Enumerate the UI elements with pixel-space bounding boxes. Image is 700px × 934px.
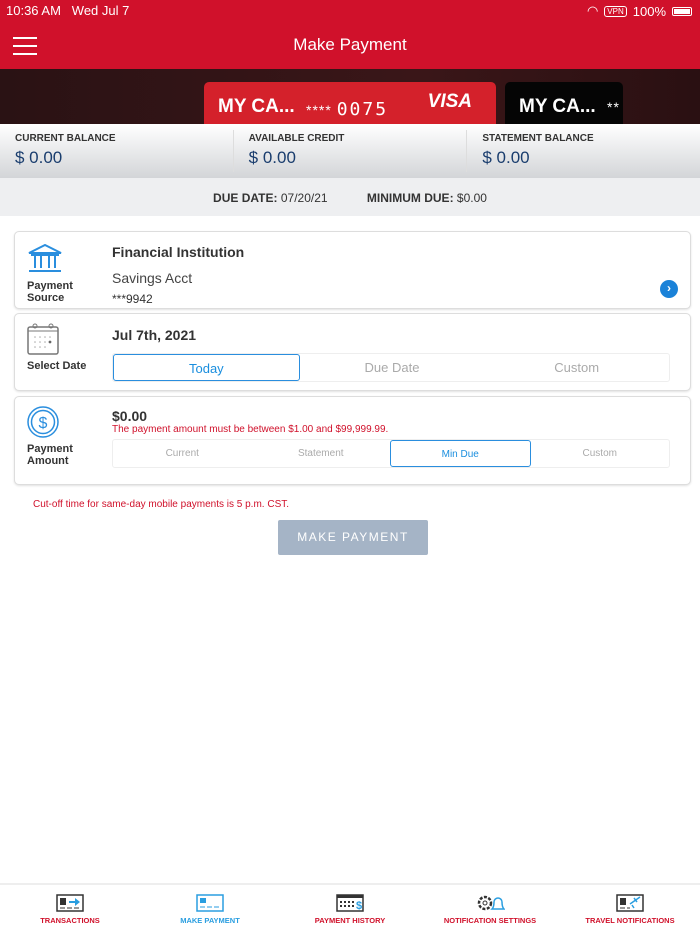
- institution-name: Financial Institution: [112, 244, 245, 260]
- dollar-icon: $: [27, 406, 59, 438]
- amount-option-min-due[interactable]: Min Due: [390, 440, 531, 467]
- payment-amount-panel: $ Payment Amount $0.00 The payment amount…: [14, 396, 691, 485]
- transactions-icon: [56, 894, 84, 912]
- payment-amount-value[interactable]: $0.00: [112, 408, 147, 424]
- status-bar: 10:36 AM Wed Jul 7 ◠ VPN 100%: [0, 0, 700, 20]
- tab-travel-notifications[interactable]: TRAVEL NOTIFICATIONS: [560, 885, 700, 934]
- calendar-icon: [27, 323, 59, 355]
- svg-text:$: $: [39, 415, 48, 432]
- amount-option-custom[interactable]: Custom: [531, 440, 670, 467]
- card-selected[interactable]: MY CA... **** 0075 VISA: [204, 82, 496, 124]
- statement-balance: STATEMENT BALANCE $ 0.00: [482, 133, 594, 167]
- tab-notification-settings[interactable]: NOTIFICATION SETTINGS: [420, 885, 560, 934]
- payment-source-label: Payment Source: [27, 280, 73, 304]
- card-name: MY CA...: [519, 96, 596, 117]
- account-type: Savings Acct: [112, 270, 193, 286]
- card-next[interactable]: MY CA... **: [505, 82, 623, 124]
- svg-text:$: $: [356, 900, 362, 912]
- amount-error: The payment amount must be between $1.00…: [112, 424, 389, 435]
- available-credit: AVAILABLE CREDIT $ 0.00: [234, 130, 468, 172]
- due-info: DUE DATE: 07/20/21 MINIMUM DUE: $0.00: [0, 178, 700, 216]
- vpn-badge: VPN: [604, 5, 627, 17]
- status-time: 10:36 AM Wed Jul 7: [6, 3, 130, 18]
- card-number: **: [607, 99, 620, 115]
- select-date-label: Select Date: [27, 360, 87, 372]
- select-date-panel: Select Date Jul 7th, 2021 Today Due Date…: [14, 313, 691, 391]
- amount-option-current[interactable]: Current: [113, 440, 252, 467]
- account-number: ***9942: [112, 292, 153, 306]
- card-icon: [196, 894, 224, 912]
- current-balance: CURRENT BALANCE $ 0.00: [0, 130, 234, 172]
- tab-make-payment[interactable]: MAKE PAYMENT: [140, 885, 280, 934]
- bank-icon: [28, 244, 62, 272]
- tab-transactions[interactable]: TRANSACTIONS: [0, 885, 140, 934]
- gear-bell-icon: [477, 895, 505, 911]
- tab-bar: TRANSACTIONS MAKE PAYMENT $ PAYMENT HISTO…: [0, 883, 700, 934]
- card-number: **** 0075: [306, 99, 389, 120]
- payment-history-icon: $: [336, 894, 364, 912]
- nav-bar: Make Payment: [0, 20, 700, 69]
- date-option-today[interactable]: Today: [113, 354, 300, 381]
- amount-option-statement[interactable]: Statement: [252, 440, 391, 467]
- battery-percent: 100%: [632, 3, 666, 19]
- payment-source-panel[interactable]: Payment Source Financial Institution Savi…: [14, 231, 691, 309]
- date-options: Today Due Date Custom: [112, 353, 670, 382]
- battery-icon: [672, 6, 692, 16]
- chevron-right-icon[interactable]: ›: [660, 280, 678, 298]
- balance-summary: CURRENT BALANCE $ 0.00 AVAILABLE CREDIT $ …: [0, 124, 700, 178]
- page-title: Make Payment: [293, 35, 407, 54]
- selected-date: Jul 7th, 2021: [112, 327, 197, 343]
- make-payment-button[interactable]: MAKE PAYMENT: [278, 520, 428, 555]
- date-option-custom[interactable]: Custom: [484, 354, 669, 381]
- visa-logo: VISA: [427, 91, 472, 112]
- date-option-due-date[interactable]: Due Date: [300, 354, 485, 381]
- wifi-icon: ◠: [586, 3, 599, 18]
- cutoff-notice: Cut-off time for same-day mobile payment…: [33, 499, 290, 510]
- payment-amount-label: Payment Amount: [27, 443, 73, 467]
- tab-payment-history[interactable]: $ PAYMENT HISTORY: [280, 885, 420, 934]
- card-carousel[interactable]: MY CA... **** 0075 VISA MY CA... **: [0, 69, 700, 124]
- card-name: MY CA...: [218, 96, 295, 117]
- amount-options: Current Statement Min Due Custom: [112, 439, 670, 468]
- travel-icon: [616, 894, 644, 912]
